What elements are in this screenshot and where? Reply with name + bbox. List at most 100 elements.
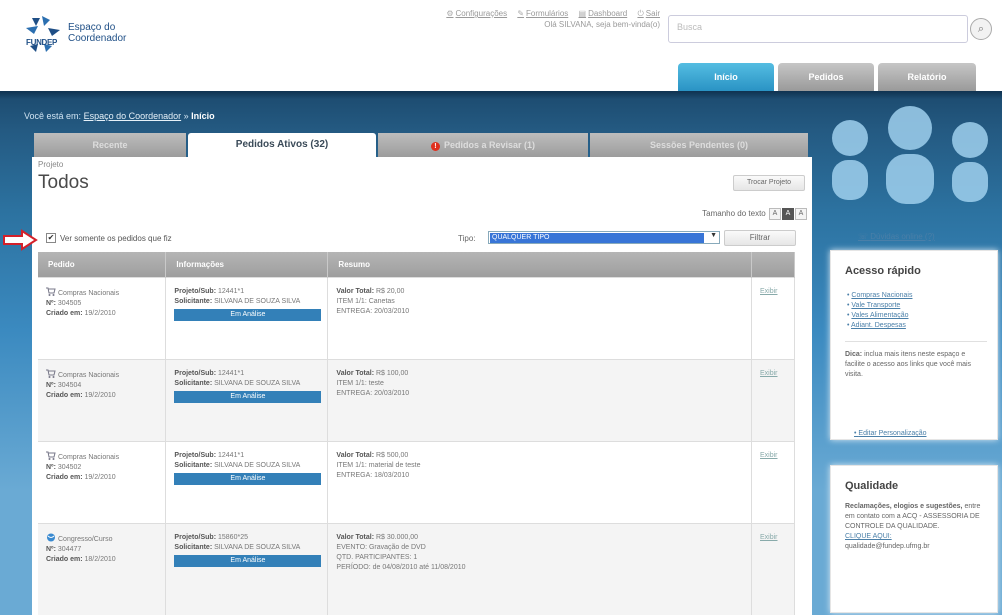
tab-pedidos-revisar[interactable]: ! Pedidos a Revisar (1): [378, 133, 588, 157]
qualidade-email: qualidade@fundep.ufmg.br: [845, 543, 930, 550]
text-size-small-button[interactable]: A: [769, 208, 781, 220]
meus-pedidos-checkbox[interactable]: ✔: [46, 233, 56, 243]
search-icon: ⌕: [977, 23, 985, 35]
filtrar-button[interactable]: Filtrar: [724, 230, 796, 246]
status-badge: Em Análise: [174, 554, 322, 567]
arrow-right-icon: [3, 229, 38, 251]
resumo-linha-2: ITEM 1/1: teste: [336, 379, 384, 387]
pedido-tipo: Congresso/Curso: [58, 535, 113, 543]
tab-recente[interactable]: Recente: [34, 133, 186, 157]
qualidade-title: Qualidade: [845, 480, 899, 492]
resumo-linha-2: ITEM 1/1: Canetas: [336, 297, 395, 305]
search-button[interactable]: ⌕: [970, 18, 992, 40]
quick-link-vales-alimentacao[interactable]: Vales Alimentação: [851, 312, 908, 319]
nav-relatorio[interactable]: Relatório: [878, 63, 976, 91]
cell-resumo: Valor Total: R$ 500,00 ITEM 1/1: material…: [327, 440, 752, 523]
valor-total: R$ 100,00: [375, 369, 409, 377]
chart-icon: ▤: [578, 9, 587, 18]
quick-link-compras[interactable]: Compras Nacionais: [851, 292, 912, 299]
solicitante: SILVANA DE SOUZA SILVA: [214, 379, 301, 387]
chat-icon: ☏: [858, 232, 871, 241]
exibir-link[interactable]: Exibir: [760, 370, 778, 377]
pedido-tipo: Compras Nacionais: [58, 289, 120, 297]
tipo-selected-value: QUALQUER TIPO: [490, 233, 704, 243]
status-badge: Em Análise: [174, 472, 322, 485]
nav-inicio[interactable]: Início: [678, 63, 774, 91]
qualidade-clique-link[interactable]: CLIQUE AQUI:: [845, 533, 892, 540]
cart-icon: [46, 451, 56, 460]
link-sair[interactable]: ⏻ Sair: [637, 9, 660, 18]
pedido-tipo: Compras Nacionais: [58, 453, 120, 461]
logo-brand: FUNDEP: [26, 38, 58, 47]
fundep-logo[interactable]: FUNDEP Espaço do Coordenador: [22, 14, 152, 54]
top-links: ⚙ Configurações ✎ Formulários ▤ Dashboard ⏻…: [360, 8, 660, 30]
col-header-informacoes: Informações: [165, 252, 329, 277]
power-icon: ⏻: [637, 9, 644, 18]
acesso-rapido-box: Acesso rápido Compras Nacionais Vale Tra…: [830, 250, 998, 440]
col-header-pedido: Pedido: [38, 252, 167, 277]
quick-link-vale-transporte[interactable]: Vale Transporte: [851, 302, 900, 309]
projeto-sub: 12441*1: [218, 451, 245, 459]
solicitante: SILVANA DE SOUZA SILVA: [214, 461, 301, 469]
exibir-link[interactable]: Exibir: [760, 288, 778, 295]
tipo-label: Tipo:: [458, 234, 476, 243]
qualidade-box: Qualidade Reclamações, elogios e sugestõ…: [830, 465, 998, 613]
cell-pedido: Compras Nacionais Nº: 304505 Criado em: 19…: [38, 276, 167, 359]
app-title: Espaço do Coordenador: [68, 22, 127, 44]
text-size-large-button[interactable]: A: [795, 208, 807, 220]
trocar-projeto-button[interactable]: Trocar Projeto: [733, 175, 805, 191]
exibir-link[interactable]: Exibir: [760, 534, 778, 541]
meus-pedidos-label: Ver somente os pedidos que fiz: [60, 234, 172, 243]
duvidas-online-link[interactable]: ☏ Dúvidas online (?): [858, 232, 935, 241]
cell-acao: Exibir: [751, 440, 795, 523]
search-input[interactable]: Busca: [668, 15, 968, 43]
pedido-numero: 304477: [57, 545, 82, 553]
cell-informacoes: Projeto/Sub: 15860*25 Solicitante: SILVAN…: [165, 522, 329, 615]
resumo-linha-4: PERÍODO: de 04/08/2010 até 11/08/2010: [336, 563, 466, 571]
editar-personalizacao-link[interactable]: • Editar Personalização: [854, 430, 927, 437]
valor-total: R$ 500,00: [375, 451, 409, 459]
user-greeting: Olá SILVANA, seja bem-vinda(o): [544, 20, 660, 29]
pencil-icon: ✎: [517, 9, 525, 18]
nav-pedidos[interactable]: Pedidos: [778, 63, 874, 91]
globe-icon: [47, 533, 55, 541]
tab-sessoes-pendentes[interactable]: Sessões Pendentes (0): [590, 133, 808, 157]
pedido-data: 18/2/2010: [84, 555, 116, 563]
link-configuracoes[interactable]: ⚙ Configurações: [446, 9, 507, 18]
status-badge: Em Análise: [174, 308, 322, 321]
link-dashboard[interactable]: ▤ Dashboard: [579, 9, 628, 18]
cell-informacoes: Projeto/Sub: 12441*1 Solicitante: SILVANA…: [165, 276, 329, 359]
pedido-numero: 304505: [57, 299, 82, 307]
pedido-numero: 304504: [57, 381, 82, 389]
cell-resumo: Valor Total: R$ 100,00 ITEM 1/1: teste ENT…: [327, 358, 752, 441]
breadcrumb-parent-link[interactable]: Espaço do Coordenador: [84, 111, 182, 121]
quick-link-adiant-despesas[interactable]: Adiant. Despesas: [851, 322, 906, 329]
solicitante: SILVANA DE SOUZA SILVA: [214, 297, 301, 305]
tab-pedidos-ativos[interactable]: Pedidos Ativos (32): [188, 133, 376, 157]
pedido-data: 19/2/2010: [84, 391, 116, 399]
cell-pedido: Congresso/Curso Nº: 304477 Criado em: 18/2…: [38, 522, 167, 615]
cell-informacoes: Projeto/Sub: 12441*1 Solicitante: SILVANA…: [165, 358, 329, 441]
fundep-logo-mark-icon: [26, 16, 60, 52]
projeto-sub: 12441*1: [218, 287, 245, 295]
text-size-medium-button[interactable]: A: [782, 208, 794, 220]
resumo-linha-2: ITEM 1/1: material de teste: [336, 461, 421, 469]
exibir-link[interactable]: Exibir: [760, 452, 778, 459]
resumo-linha-3: QTD. PARTICIPANTES: 1: [336, 553, 418, 561]
table-row: Congresso/Curso Nº: 304477 Criado em: 18/2…: [38, 522, 795, 615]
cart-icon: [46, 369, 56, 378]
cell-pedido: Compras Nacionais Nº: 304502 Criado em: 19…: [38, 440, 167, 523]
tipo-select[interactable]: QUALQUER TIPO ▼: [488, 231, 720, 244]
chevron-down-icon: ▼: [710, 232, 717, 239]
cell-acao: Exibir: [751, 358, 795, 441]
cell-resumo: Valor Total: R$ 20,00 ITEM 1/1: Canetas EN…: [327, 276, 752, 359]
pedido-data: 19/2/2010: [84, 473, 116, 481]
link-formularios[interactable]: ✎ Formulários: [517, 9, 568, 18]
projeto-sub: 15860*25: [218, 533, 248, 541]
cell-informacoes: Projeto/Sub: 12441*1 Solicitante: SILVANA…: [165, 440, 329, 523]
valor-total: R$ 30.000,00: [375, 533, 419, 541]
pedido-tipo: Compras Nacionais: [58, 371, 120, 379]
resumo-linha-3: ENTREGA: 20/03/2010: [336, 389, 410, 397]
people-decoration-icon: [832, 106, 988, 204]
gear-icon: ⚙: [446, 9, 454, 18]
